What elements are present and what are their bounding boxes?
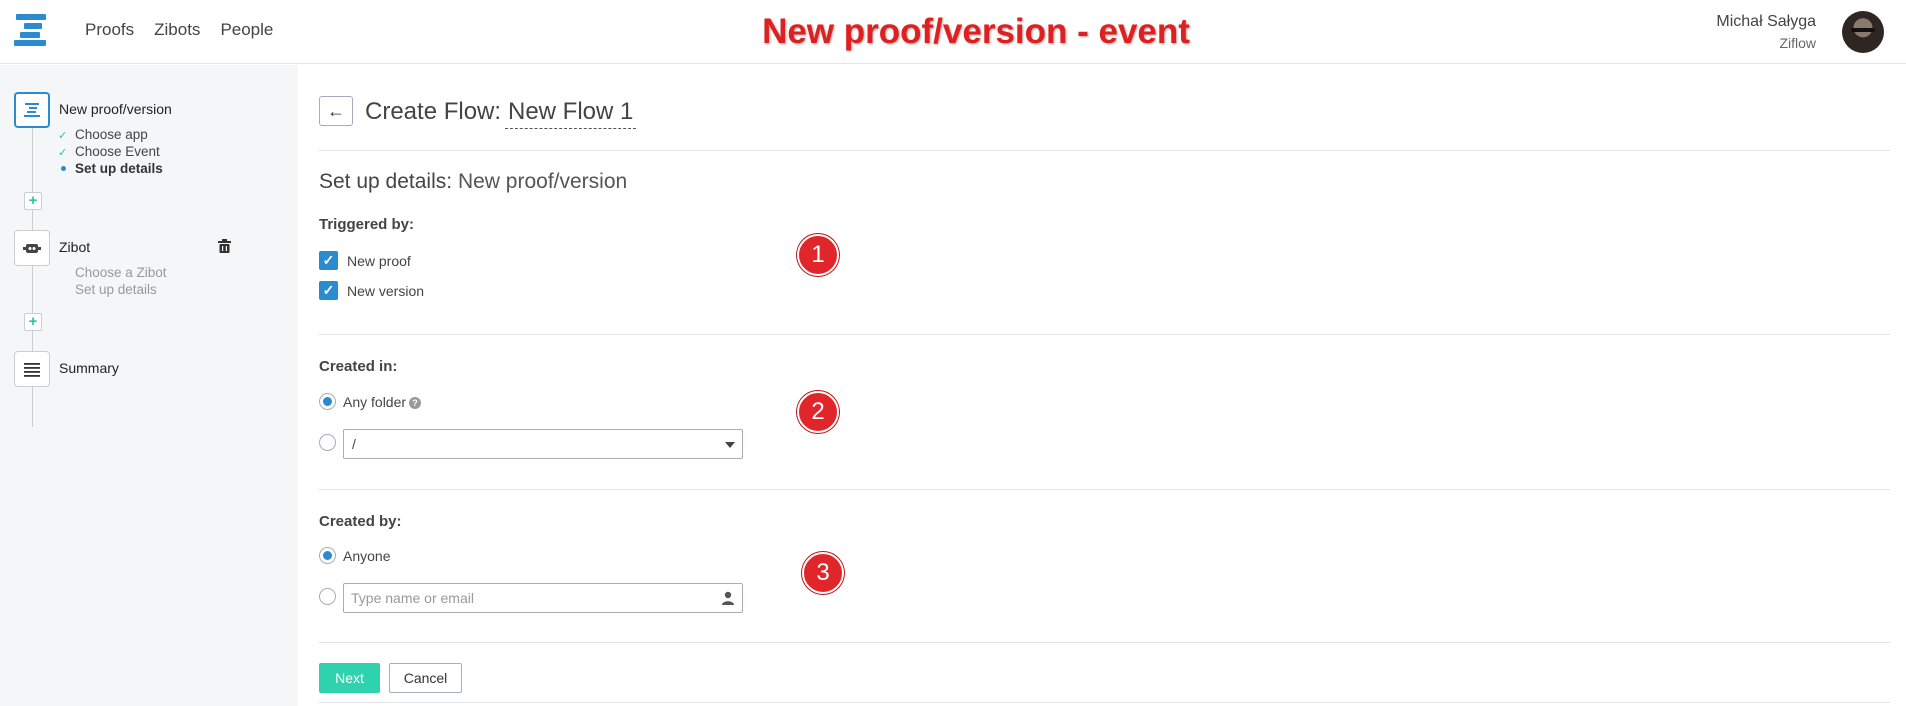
- cancel-button[interactable]: Cancel: [389, 663, 462, 693]
- anyone-label[interactable]: Anyone: [343, 548, 390, 564]
- divider: [319, 642, 1890, 643]
- created-in-label: Created in:: [319, 358, 398, 375]
- step-title-new-proof[interactable]: New proof/version: [59, 101, 172, 117]
- folder-select[interactable]: /: [343, 429, 743, 459]
- substep-choose-zibot[interactable]: Choose a Zibot: [75, 265, 167, 280]
- step-summary-icon-box[interactable]: [14, 351, 50, 387]
- back-button[interactable]: ←: [319, 96, 353, 126]
- flow-name-editable[interactable]: New Flow 1: [505, 98, 637, 129]
- list-lines-icon: [24, 362, 40, 377]
- new-version-checkbox[interactable]: ✓: [319, 281, 338, 300]
- new-proof-label[interactable]: New proof: [347, 253, 411, 269]
- user-name: Michał Sałyga: [1716, 13, 1816, 30]
- new-version-label[interactable]: New version: [347, 283, 424, 299]
- arrow-left-icon: ←: [327, 100, 345, 121]
- create-flow-label: Create Flow:: [365, 98, 502, 125]
- anyone-radio[interactable]: [319, 547, 336, 564]
- user-org: Ziflow: [1779, 35, 1816, 51]
- annotation-badge-3: 3: [802, 552, 844, 594]
- nav-proofs[interactable]: Proofs: [85, 20, 134, 40]
- ziflow-logo[interactable]: [14, 14, 48, 46]
- check-icon: ✓: [58, 130, 68, 142]
- add-step-button[interactable]: +: [24, 313, 42, 331]
- created-by-label: Created by:: [319, 513, 402, 530]
- specific-folder-radio[interactable]: [319, 434, 336, 451]
- person-icon: [722, 591, 734, 605]
- nav-people[interactable]: People: [220, 20, 273, 40]
- substep-zibot-set-up-details[interactable]: Set up details: [75, 282, 157, 297]
- robot-icon: [23, 244, 41, 253]
- chevron-down-icon: [725, 442, 735, 448]
- folder-select-value: /: [352, 436, 356, 452]
- specific-person-radio[interactable]: [319, 588, 336, 605]
- annotation-badge-1: 1: [797, 234, 839, 276]
- divider: [319, 334, 1890, 335]
- person-search-input[interactable]: Type name or email: [343, 583, 743, 613]
- divider: [319, 702, 1890, 703]
- divider: [319, 489, 1890, 490]
- step-zibot-icon-box[interactable]: [14, 230, 50, 266]
- person-search-placeholder: Type name or email: [351, 590, 474, 606]
- divider: [319, 150, 1890, 151]
- help-icon[interactable]: ?: [409, 397, 422, 410]
- user-info[interactable]: Michał Sałyga Ziflow: [1716, 13, 1816, 51]
- current-dot-icon: [61, 165, 66, 171]
- top-navbar: Proofs Zibots People New proof/version -…: [0, 0, 1906, 64]
- new-proof-checkbox[interactable]: ✓: [319, 251, 338, 270]
- substep-choose-app[interactable]: ✓ Choose app: [58, 127, 148, 142]
- any-folder-radio[interactable]: [319, 393, 336, 410]
- setup-details-heading: Set up details: New proof/version: [319, 170, 628, 193]
- any-folder-label[interactable]: Any folder?: [343, 394, 422, 410]
- substep-choose-event[interactable]: ✓ Choose Event: [58, 144, 160, 159]
- ziflow-step-icon: [24, 103, 40, 117]
- substep-set-up-details[interactable]: Set up details: [58, 161, 163, 176]
- avatar[interactable]: [1842, 11, 1884, 53]
- annotation-title: New proof/version - event: [762, 12, 1190, 51]
- main-content: ← Create Flow: New Flow 1 Set up details…: [298, 65, 1906, 706]
- step-title-zibot[interactable]: Zibot: [59, 239, 90, 255]
- check-icon: ✓: [58, 147, 68, 159]
- main-nav: Proofs Zibots People: [85, 20, 273, 40]
- nav-zibots[interactable]: Zibots: [154, 20, 200, 40]
- annotation-badge-2: 2: [797, 391, 839, 433]
- trash-icon[interactable]: [218, 239, 231, 253]
- add-step-button[interactable]: +: [24, 192, 42, 210]
- step-new-proof-icon-box[interactable]: [14, 92, 50, 128]
- step-title-summary[interactable]: Summary: [59, 360, 119, 376]
- flow-steps-sidebar: New proof/version ✓ Choose app ✓ Choose Ev…: [0, 65, 298, 706]
- next-button[interactable]: Next: [319, 663, 380, 693]
- triggered-by-label: Triggered by:: [319, 216, 415, 233]
